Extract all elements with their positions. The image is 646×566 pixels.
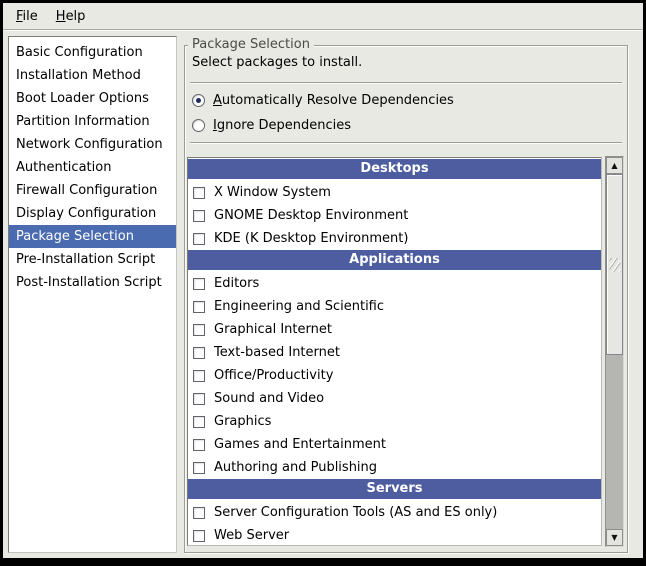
scrollbar-thumb[interactable] [606, 174, 623, 355]
checkbox-icon[interactable] [193, 530, 205, 542]
radio-label: Automatically Resolve Dependencies [213, 93, 454, 108]
up-arrow-icon: ▲ [611, 162, 617, 170]
checkbox-icon[interactable] [193, 507, 205, 519]
package-label: Graphical Internet [214, 322, 332, 337]
section-header-desktops: Desktops [188, 159, 601, 179]
package-label: Sound and Video [214, 391, 324, 406]
scroll-up-button[interactable]: ▲ [606, 157, 623, 174]
radio-auto-resolve-dependencies[interactable]: Automatically Resolve Dependencies [192, 90, 454, 110]
radio-ignore-dependencies[interactable]: Ignore Dependencies [192, 115, 351, 135]
package-label: X Window System [214, 185, 331, 200]
package-label: Web Server [214, 528, 289, 543]
package-row[interactable]: Games and Entertainment [188, 433, 601, 456]
package-label: Text-based Internet [214, 345, 340, 360]
sidebar-item-display-configuration[interactable]: Display Configuration [9, 202, 176, 225]
sidebar-item-network-configuration[interactable]: Network Configuration [9, 133, 176, 156]
sidebar-item-partition-information[interactable]: Partition Information [9, 110, 176, 133]
sidebar-item-post-installation-script[interactable]: Post-Installation Script [9, 271, 176, 294]
package-row[interactable]: Engineering and Scientific [188, 295, 601, 318]
package-row[interactable]: Web Server [188, 524, 601, 546]
scroll-down-button[interactable]: ▼ [606, 529, 623, 546]
package-row[interactable]: Server Configuration Tools (AS and ES on… [188, 501, 601, 524]
package-label: Editors [214, 276, 259, 291]
package-selection-frame: Package Selection Select packages to ins… [184, 45, 628, 553]
sidebar-item-installation-method[interactable]: Installation Method [9, 64, 176, 87]
config-section-list: Basic Configuration Installation Method … [8, 36, 177, 553]
checkbox-icon[interactable] [193, 416, 205, 428]
vertical-scrollbar[interactable]: ▲ ▼ [605, 156, 624, 547]
package-label: Server Configuration Tools (AS and ES on… [214, 505, 497, 520]
sidebar-item-package-selection[interactable]: Package Selection [9, 225, 176, 248]
package-label: Graphics [214, 414, 271, 429]
sidebar-item-firewall-configuration[interactable]: Firewall Configuration [9, 179, 176, 202]
sidebar-item-authentication[interactable]: Authentication [9, 156, 176, 179]
checkbox-icon[interactable] [193, 233, 205, 245]
checkbox-icon[interactable] [193, 210, 205, 222]
package-row[interactable]: Text-based Internet [188, 341, 601, 364]
radio-button-icon[interactable] [192, 119, 205, 132]
menu-bar: File Help [3, 3, 643, 30]
application-window: File Help Basic Configuration Installati… [0, 0, 646, 566]
package-label: Engineering and Scientific [214, 299, 384, 314]
separator [190, 82, 622, 84]
instruction-text: Select packages to install. [192, 55, 362, 70]
frame-title: Package Selection [188, 37, 314, 52]
sidebar-item-basic-configuration[interactable]: Basic Configuration [9, 41, 176, 64]
package-row[interactable]: KDE (K Desktop Environment) [188, 227, 601, 250]
radio-button-icon[interactable] [192, 94, 205, 107]
package-label: Authoring and Publishing [214, 460, 377, 475]
package-row[interactable]: GNOME Desktop Environment [188, 204, 601, 227]
section-header-servers: Servers [188, 479, 601, 499]
checkbox-icon[interactable] [193, 393, 205, 405]
package-row[interactable]: Editors [188, 272, 601, 295]
scrollbar-grip-icon [609, 258, 620, 272]
package-row[interactable]: Graphical Internet [188, 318, 601, 341]
sidebar-item-boot-loader-options[interactable]: Boot Loader Options [9, 87, 176, 110]
package-row[interactable]: Sound and Video [188, 387, 601, 410]
section-header-applications: Applications [188, 250, 601, 270]
package-label: KDE (K Desktop Environment) [214, 231, 408, 246]
package-label: Games and Entertainment [214, 437, 386, 452]
radio-label: Ignore Dependencies [213, 118, 351, 133]
package-group-list: Desktops X Window System GNOME Desktop E… [187, 157, 602, 546]
checkbox-icon[interactable] [193, 462, 205, 474]
menu-file[interactable]: File [7, 6, 47, 27]
scrollbar-track[interactable] [606, 174, 623, 529]
package-row[interactable]: X Window System [188, 181, 601, 204]
checkbox-icon[interactable] [193, 301, 205, 313]
package-label: GNOME Desktop Environment [214, 208, 408, 223]
checkbox-icon[interactable] [193, 347, 205, 359]
window-body: File Help Basic Configuration Installati… [3, 3, 643, 558]
checkbox-icon[interactable] [193, 278, 205, 290]
menu-help[interactable]: Help [47, 6, 95, 27]
package-row[interactable]: Authoring and Publishing [188, 456, 601, 479]
package-row[interactable]: Office/Productivity [188, 364, 601, 387]
checkbox-icon[interactable] [193, 370, 205, 382]
separator [190, 142, 622, 144]
package-row[interactable]: Graphics [188, 410, 601, 433]
checkbox-icon[interactable] [193, 439, 205, 451]
package-label: Office/Productivity [214, 368, 333, 383]
checkbox-icon[interactable] [193, 324, 205, 336]
sidebar-item-pre-installation-script[interactable]: Pre-Installation Script [9, 248, 176, 271]
checkbox-icon[interactable] [193, 187, 205, 199]
down-arrow-icon: ▼ [611, 534, 617, 542]
